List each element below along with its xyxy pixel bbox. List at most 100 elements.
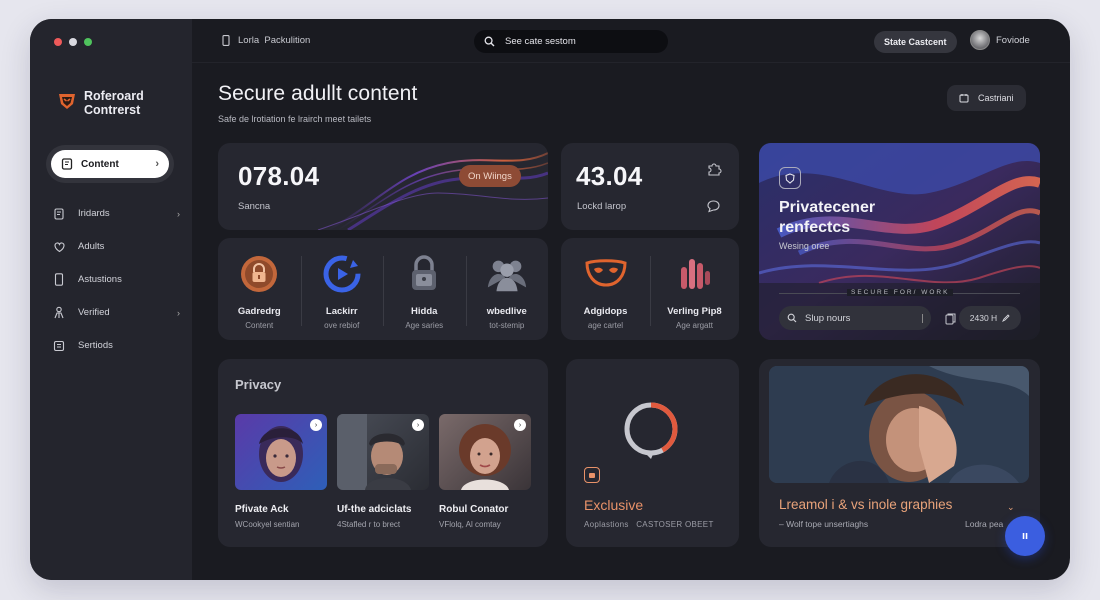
heart-icon [52,240,66,254]
hero-subtitle: Wesing oree [779,241,830,251]
stat-card-lockd[interactable]: 43.04 Lockd larop [561,143,739,230]
app-window: Roferoard Contrerst Content › Iridards › [30,19,1070,580]
feature-adgidops[interactable]: Adgidops age cartel [561,238,650,340]
feature-title: Verling Pip8 [667,306,722,317]
features-card: Gadredrg Content Lackirr ove rebiof Hidd… [218,238,548,340]
person-card[interactable]: › Pfivate Ack WCookyel sentian [235,414,327,529]
shield-icon [785,172,795,184]
profile-menu[interactable]: Foviode [970,30,1030,50]
badge-dot[interactable]: › [412,419,424,431]
sidebar: Roferoard Contrerst Content › Iridards › [30,19,192,580]
portrait-illustration [769,366,1029,483]
maximize-window-button[interactable] [84,38,92,46]
page-title: Secure adullt content [218,82,418,105]
puzzle-icon[interactable] [706,161,722,177]
section-title: Privacy [235,377,282,392]
brand-logo-icon [59,94,75,109]
hero-search-input[interactable]: Slup nours [779,306,931,330]
chat-icon[interactable] [706,199,721,213]
square-icon [589,472,595,478]
stat-card-sancna[interactable]: 078.04 Sancna On Wiings [218,143,548,230]
feature-gadredrg[interactable]: Gadredrg Content [218,238,301,340]
feature-hidda[interactable]: Hidda Age saries [383,238,466,340]
chevron-down-icon[interactable]: ⌄ [1007,502,1015,513]
floating-action-button[interactable]: ıı [1005,516,1045,556]
feature-subtitle: Age saries [405,321,444,330]
sidebar-item-sertiods[interactable]: Sertiods [52,329,180,362]
search-icon [787,313,797,323]
featured-read-label: Lodra pea [965,519,1004,529]
feature-title: Adgidops [583,306,628,317]
hero-card[interactable]: Privatecener renfectcs Wesing oree SECUR… [759,143,1040,340]
group-icon [485,252,529,296]
minimize-window-button[interactable] [69,38,77,46]
stat-value: 43.04 [576,161,643,191]
person-photo: › [235,414,327,490]
feature-lackirr[interactable]: Lackirr ove rebiof [300,238,384,340]
featured-image [769,366,1029,483]
feature-title: Gadredrg [237,306,281,317]
person-photo: › [439,414,531,490]
phone-icon [52,273,66,287]
person-card[interactable]: › Uf-the adciclats 4Stafled r to brect [337,414,429,529]
feature-verling[interactable]: Verling Pip8 Age argatt [650,238,739,340]
featured-subtitle: – Wolf tope unsertiaghs [779,519,869,529]
sidebar-item-content[interactable]: Content › [46,145,174,183]
badge-dot[interactable]: › [310,419,322,431]
exclusive-subtitle: Aoplastions CASTOSER OBEET [584,520,714,529]
sidebar-nav: Iridards › Adults Astustions Verified › … [52,197,180,362]
stat-label: Lockd larop [577,201,627,212]
lock-icon [237,252,281,296]
document-icon [61,158,73,170]
calendar-button[interactable]: Castriani [947,85,1026,111]
hero-title: Privatecener renfectcs [779,199,876,236]
brand-name: Roferoard Contrerst [84,89,144,117]
hero-stat-pill[interactable]: 2430 H [959,306,1021,330]
badge-dot[interactable]: › [514,419,526,431]
person-photo: › [337,414,429,490]
person-subtitle: 4Stafled r to brect [337,520,401,529]
profile-name: Foviode [996,34,1030,46]
search-bar[interactable]: See cate sestom [474,30,668,53]
hero-caption: SECURE FOR/ WORK [847,289,954,296]
feature-wbedlive[interactable]: wbedlive tot-stemip [465,238,549,340]
refresh-icon [320,252,364,296]
sidebar-item-label: Content [81,158,119,170]
features-card-secondary: Adgidops age cartel Verling Pip8 Age arg… [561,238,739,340]
status-badge[interactable]: On Wiings [459,165,521,187]
sidebar-item-label: Verified [78,307,110,318]
feature-title: Hidda [411,306,438,317]
settings-icon [52,339,66,353]
person-card[interactable]: › Robul Conator VFlolq, Al comtay [439,414,531,529]
sidebar-item-iridards[interactable]: Iridards › [52,197,180,230]
feature-subtitle: tot-stemip [489,321,525,330]
document-icon [52,207,66,221]
chevron-right-icon: › [155,158,159,170]
copy-icon[interactable] [945,313,956,325]
text-cursor [922,313,923,323]
featured-card[interactable]: Lreamol i & vs inole graphies ⌄ – Wolf t… [759,359,1040,547]
brand[interactable]: Roferoard Contrerst [56,89,184,117]
feature-subtitle: ove rebiof [324,321,360,330]
feature-subtitle: Content [245,321,274,330]
sidebar-item-adults[interactable]: Adults [52,230,180,263]
breadcrumb[interactable]: Lorla Packulition [222,35,310,46]
user-icon [52,306,66,320]
hero-search-label: Slup nours [805,312,851,324]
chevron-right-icon: › [177,208,180,219]
stat-value: 078.04 [238,161,320,191]
search-icon [484,36,495,47]
top-bar: Lorla Packulition See cate sestom State … [192,19,1070,63]
avatar [970,30,990,50]
square-badge [584,467,600,483]
state-button[interactable]: State Castcent [874,31,957,53]
window-controls [54,38,92,46]
sidebar-item-astustions[interactable]: Astustions [52,263,180,296]
calendar-icon [959,94,969,103]
sidebar-item-verified[interactable]: Verified › [52,296,180,329]
sidebar-item-label: Astustions [78,274,122,285]
close-window-button[interactable] [54,38,62,46]
exclusive-card[interactable]: Exclusive Aoplastions CASTOSER OBEET [566,359,739,547]
mask-icon [584,252,628,296]
featured-title: Lreamol i & vs inole graphies [779,497,953,512]
